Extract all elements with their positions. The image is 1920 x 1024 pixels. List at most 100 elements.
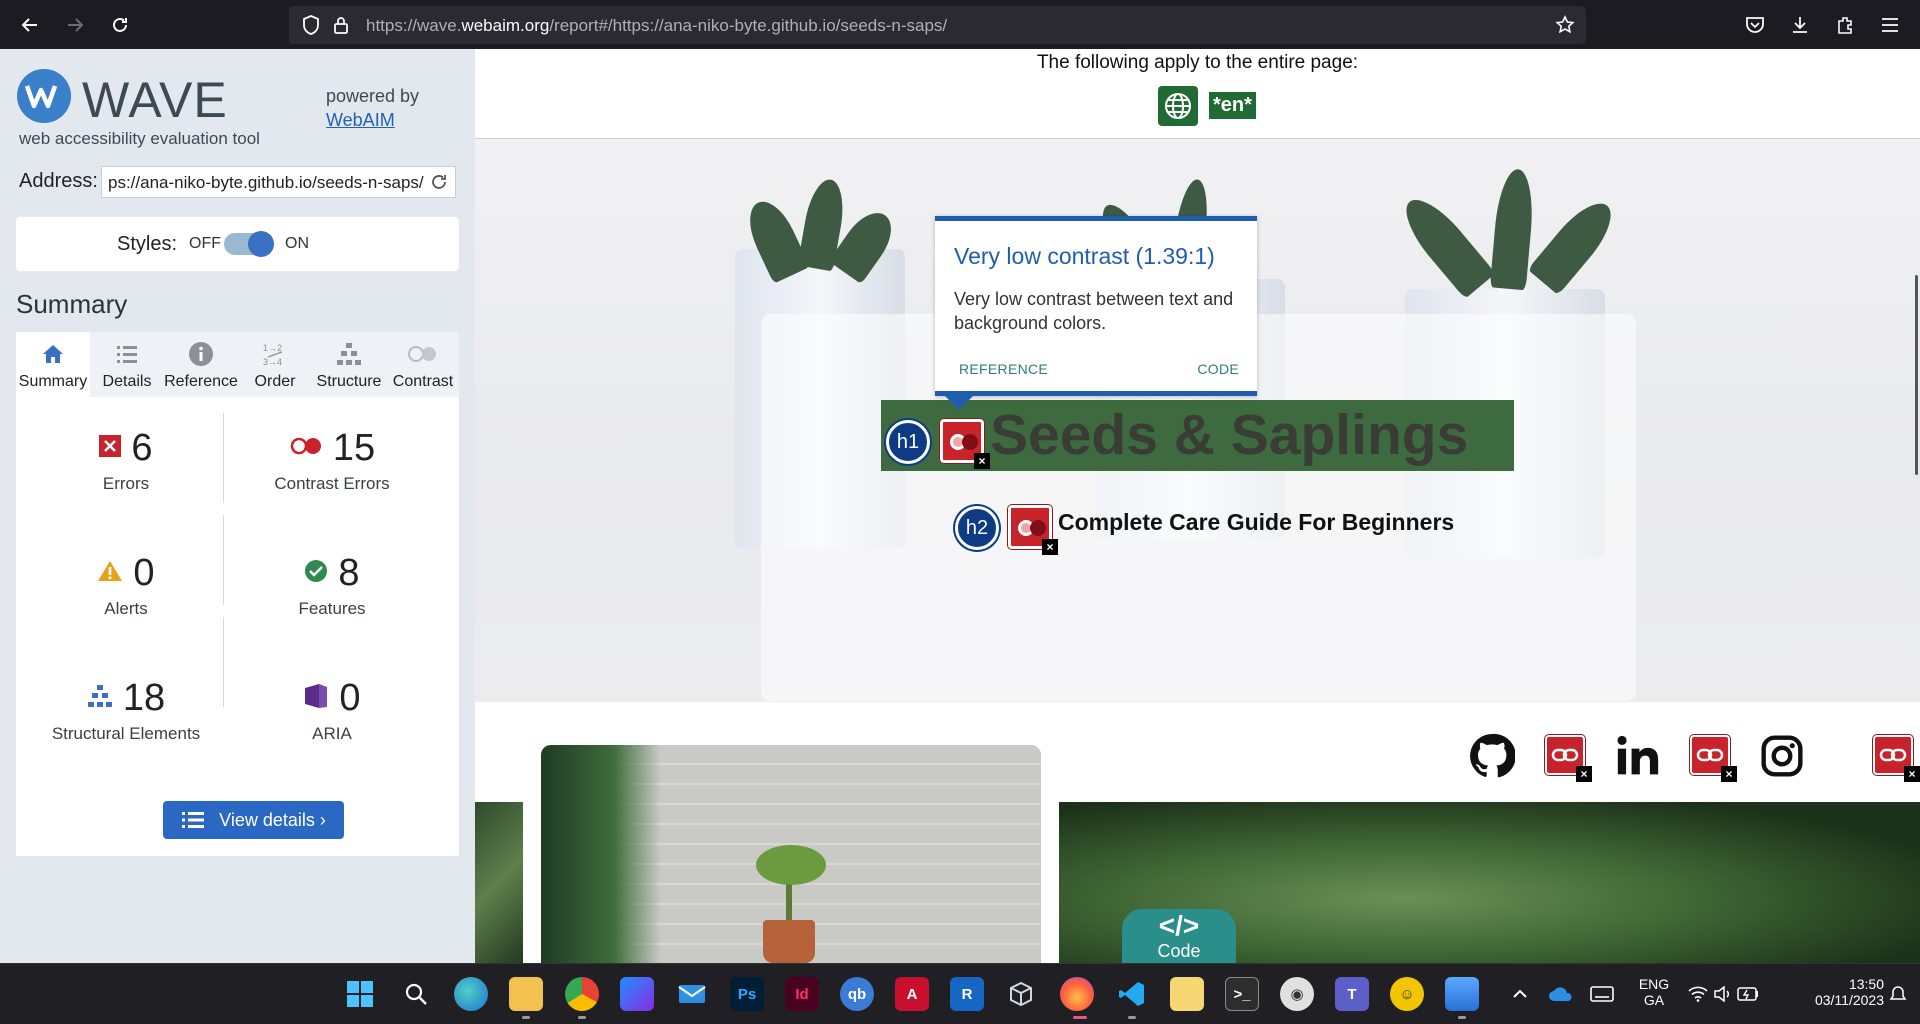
broken-link-badge[interactable]: × [1873, 735, 1920, 782]
indesign-icon[interactable]: Id [785, 977, 819, 1011]
contrast-icon [386, 340, 460, 368]
file-explorer-icon[interactable] [509, 977, 543, 1011]
list-icon [182, 812, 205, 828]
revit-icon[interactable]: R [950, 977, 984, 1011]
battery-icon[interactable] [1737, 977, 1759, 1011]
stat-contrast-errors[interactable]: 15 Contrast Errors [242, 427, 422, 494]
terminal-icon[interactable]: >_ [1225, 977, 1259, 1011]
view-details-label: View details › [219, 809, 326, 830]
pocket-icon[interactable] [1742, 12, 1768, 38]
tab-label: Order [254, 373, 296, 390]
url-bar[interactable]: https://wave.webaim.org/report#/https://… [289, 6, 1586, 44]
instagram-icon[interactable] [1759, 733, 1805, 779]
page-h1: Seeds & Saplings [990, 403, 1469, 467]
broken-link-badge[interactable]: × [1690, 735, 1737, 782]
shield-icon[interactable] [301, 15, 321, 35]
reload-button[interactable] [105, 10, 135, 40]
tab-details[interactable]: Details [90, 332, 164, 397]
bookmark-star-icon[interactable] [1555, 15, 1575, 35]
python-file-icon[interactable] [1170, 977, 1204, 1011]
styles-toggle-box: Styles: OFF ON [16, 217, 459, 271]
close-icon: × [1721, 766, 1737, 782]
photoshop-icon[interactable]: Ps [730, 977, 764, 1011]
autocad-icon[interactable]: A [895, 977, 929, 1011]
chrome-icon[interactable] [565, 977, 599, 1011]
extensions-icon[interactable] [1832, 12, 1858, 38]
structural-label: Structural Elements [51, 724, 201, 743]
seedling-image [541, 745, 1041, 963]
tooltip-title: Very low contrast (1.39:1) [954, 243, 1215, 269]
close-icon: × [1904, 766, 1920, 782]
vscode-icon[interactable] [1115, 977, 1149, 1011]
mail-icon[interactable] [675, 977, 709, 1011]
tooltip-code-link[interactable]: CODE [1197, 361, 1239, 377]
tab-label: Details [102, 373, 152, 390]
emoji-app-icon[interactable]: ☺ [1390, 977, 1424, 1011]
chevron-up-icon[interactable] [1508, 977, 1532, 1011]
stat-errors[interactable]: 6 Errors [36, 427, 216, 494]
edge-icon[interactable] [454, 977, 488, 1011]
stat-structural[interactable]: 18 Structural Elements [36, 677, 216, 744]
wifi-icon[interactable] [1687, 977, 1709, 1011]
time: 13:50 [1848, 976, 1884, 992]
tab-reference[interactable]: Reference [164, 332, 238, 397]
forward-button[interactable] [60, 10, 90, 40]
firefox-icon[interactable] [1060, 977, 1094, 1011]
back-button[interactable] [15, 10, 45, 40]
tab-contrast[interactable]: Contrast [386, 332, 460, 397]
stat-alerts[interactable]: 0 Alerts [36, 552, 216, 619]
copilot-icon[interactable] [620, 977, 654, 1011]
plant-leaf [1527, 192, 1623, 296]
keyboard-layout: GA [1643, 992, 1665, 1008]
linkedin-icon[interactable] [1615, 733, 1661, 779]
contrast-error-badge[interactable]: × [940, 419, 990, 469]
code-toggle-tab[interactable]: </> Code [1122, 909, 1236, 963]
menu-icon[interactable] [1877, 12, 1903, 38]
tab-summary[interactable]: Summary [16, 332, 90, 397]
search-icon[interactable] [399, 977, 433, 1011]
onedrive-icon[interactable] [1547, 977, 1575, 1011]
errors-label: Errors [102, 474, 150, 493]
lock-icon[interactable] [331, 15, 351, 35]
language-indicator[interactable]: ENG GA [1630, 976, 1678, 1008]
github-icon[interactable] [1469, 733, 1515, 779]
running-indicator [1458, 1016, 1466, 1019]
plant-image [475, 802, 523, 963]
stat-aria[interactable]: 0 ARIA [242, 677, 422, 744]
tab-structure[interactable]: Structure [312, 332, 386, 397]
wave-tagline: web accessibility evaluation tool [19, 129, 260, 148]
clock[interactable]: 13:50 03/11/2023 [1778, 976, 1884, 1008]
address-input[interactable]: ps://ana-niko-byte.github.io/seeds-n-sap… [101, 166, 456, 198]
structural-count: 18 [122, 677, 166, 719]
eye-app-icon[interactable]: ◉ [1280, 977, 1314, 1011]
start-icon[interactable] [343, 977, 377, 1011]
tab-label: Contrast [392, 373, 454, 390]
volume-icon[interactable] [1712, 977, 1734, 1011]
language-tag[interactable]: *en* [1209, 92, 1256, 119]
photos-icon[interactable] [1445, 977, 1479, 1011]
broken-link-badge[interactable]: × [1545, 735, 1592, 782]
language-globe-icon[interactable] [1158, 86, 1198, 126]
keyboard-icon[interactable] [1588, 977, 1616, 1011]
url-text[interactable]: https://wave.webaim.org/report#/https://… [366, 16, 947, 36]
h2-badge[interactable]: h2 [955, 506, 999, 550]
contrast-error-badge[interactable]: × [1008, 505, 1058, 555]
qbittorrent-icon[interactable]: qb [840, 977, 874, 1011]
address-refresh-icon[interactable] [428, 171, 450, 193]
tooltip-reference-link[interactable]: REFERENCE [959, 361, 1048, 377]
teams-icon[interactable]: T [1335, 977, 1369, 1011]
tab-label: Summary [18, 373, 88, 390]
running-indicator [578, 1016, 586, 1019]
structure-icon [312, 340, 386, 368]
stat-features[interactable]: 8 Features [242, 552, 422, 619]
view-details-button[interactable]: View details › [163, 801, 344, 839]
tab-order[interactable]: 1→2 3→4 Order [238, 332, 312, 397]
virtualbox-icon[interactable] [1004, 977, 1038, 1011]
link-icon [1879, 748, 1907, 762]
h1-badge[interactable]: h1 [886, 420, 930, 464]
downloads-icon[interactable] [1787, 12, 1813, 38]
webaim-link[interactable]: WebAIM [326, 110, 395, 131]
page-scrollbar[interactable] [1915, 275, 1918, 475]
notification-icon[interactable] [1886, 977, 1910, 1011]
styles-toggle[interactable] [224, 231, 274, 257]
